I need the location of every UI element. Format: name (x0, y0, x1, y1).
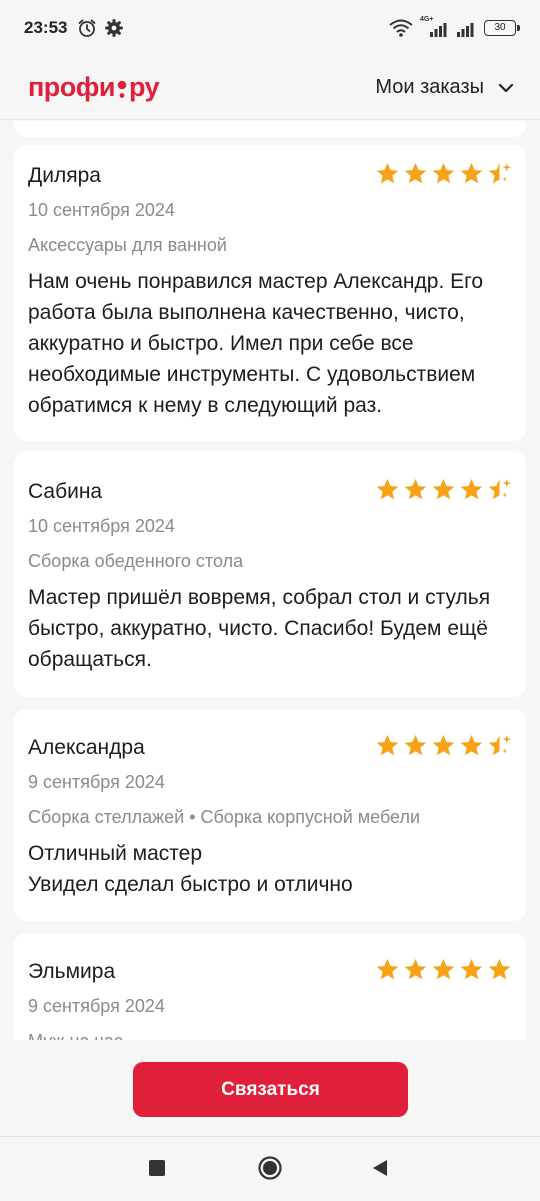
star-full-icon (376, 958, 399, 980)
star-full-icon (376, 734, 399, 756)
profi-logo[interactable]: профи ру (28, 72, 160, 103)
review-text: Отличный мастер Увидел сделал быстро и о… (28, 842, 353, 896)
system-navigation-bar (0, 1136, 540, 1201)
star-half-sparkle-icon (488, 162, 511, 184)
review-date: 10 сентября 2024 (28, 200, 175, 220)
rating-stars (375, 733, 512, 758)
review-category: Сборка обеденного стола (28, 551, 244, 571)
contact-button[interactable]: Связаться (133, 1062, 408, 1117)
logo-text-left: профи (28, 72, 116, 102)
rating-stars (375, 477, 512, 502)
review-card: Эльмира 9 сентября 2024 Муж на час (14, 933, 526, 1040)
my-orders-label: Мои заказы (375, 76, 484, 98)
previous-review-card (14, 121, 526, 137)
reviewer-name: Диляра (28, 164, 101, 187)
settings-gear-icon (105, 19, 124, 37)
battery-indicator: 30 (484, 20, 520, 36)
reviewer-name: Сабина (28, 480, 103, 503)
star-full-icon (460, 958, 483, 980)
bottom-action-panel: Связаться (0, 1040, 540, 1136)
review-text: Мастер пришёл вовремя, собрал стол и сту… (28, 586, 491, 671)
app-header: профи ру Мои заказы (0, 56, 540, 120)
star-full-icon (460, 162, 483, 184)
star-full-icon (404, 478, 427, 500)
status-time: 23:53 (24, 18, 68, 37)
signal-icon (430, 23, 447, 37)
review-date: 9 сентября 2024 (28, 996, 165, 1016)
review-date: 10 сентября 2024 (28, 516, 175, 536)
star-full-icon (404, 162, 427, 184)
star-full-icon (404, 958, 427, 980)
logo-text-right: ру (129, 72, 160, 102)
wifi-icon (389, 19, 413, 37)
logo-dot-icon (116, 77, 128, 99)
chevron-down-icon (498, 83, 514, 92)
review-text: Нам очень понравился мастер Александр. Е… (28, 270, 483, 417)
home-icon[interactable] (257, 1155, 283, 1181)
review-date: 9 сентября 2024 (28, 772, 165, 792)
star-full-icon (404, 734, 427, 756)
review-card: Александра 9 сентября 2024 Сборка стелла… (14, 709, 526, 921)
star-half-sparkle-icon (488, 734, 511, 756)
rating-stars (375, 161, 512, 186)
review-card: Диляра 10 сентября 2024 Аксессуары для в… (14, 145, 526, 441)
star-full-icon (488, 958, 511, 980)
status-bar: 23:53 4G+ 30 (0, 0, 540, 56)
signal-icon-2 (457, 23, 474, 37)
reviews-feed[interactable]: Диляра 10 сентября 2024 Аксессуары для в… (0, 121, 540, 1040)
rating-stars (375, 957, 512, 982)
reviewer-name: Александра (28, 736, 145, 759)
review-category: Муж на час (28, 1031, 512, 1040)
star-full-icon (432, 734, 455, 756)
alarm-icon (79, 19, 96, 37)
star-full-icon (376, 478, 399, 500)
star-full-icon (460, 478, 483, 500)
star-full-icon (432, 162, 455, 184)
star-full-icon (432, 958, 455, 980)
reviewer-name: Эльмира (28, 960, 116, 983)
back-icon[interactable] (370, 1158, 390, 1178)
recent-apps-icon[interactable] (148, 1159, 166, 1177)
star-full-icon (460, 734, 483, 756)
star-half-sparkle-icon (488, 478, 511, 500)
review-category: Сборка стеллажей • Сборка корпусной мебе… (28, 807, 421, 827)
star-full-icon (432, 478, 455, 500)
review-card: Сабина 10 сентября 2024 Сборка обеденног… (14, 451, 526, 697)
star-full-icon (376, 162, 399, 184)
review-category: Аксессуары для ванной (28, 235, 227, 255)
my-orders-dropdown[interactable]: Мои заказы (375, 76, 514, 99)
